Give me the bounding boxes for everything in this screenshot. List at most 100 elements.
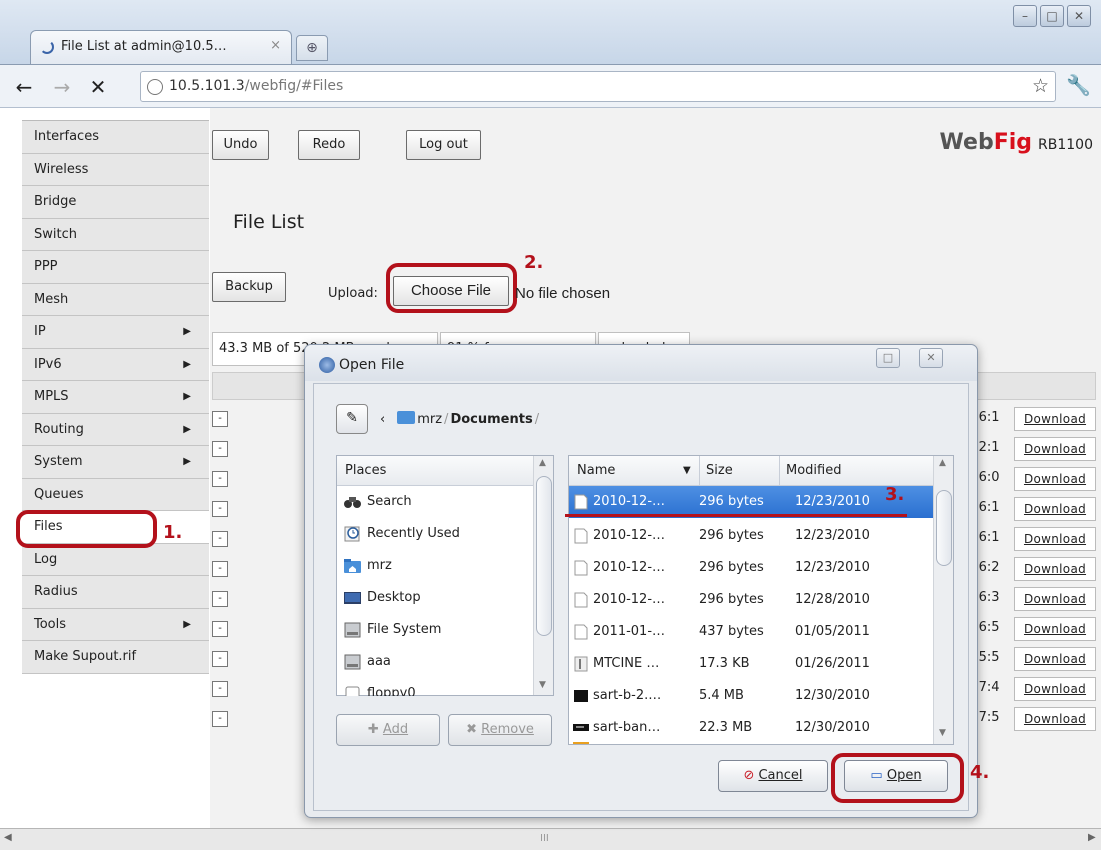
place-aaa[interactable]: aaa [337, 646, 533, 678]
files-scroll-thumb[interactable] [936, 490, 952, 566]
sidebar-item-mesh[interactable]: Mesh [22, 283, 209, 316]
add-bookmark-button[interactable]: ✚ Add [336, 714, 440, 746]
sidebar-item-mpls[interactable]: MPLS ▶ [22, 381, 209, 414]
crumb-back-icon[interactable]: ‹ [380, 412, 385, 427]
download-link[interactable]: Download [1014, 467, 1096, 491]
sidebar-item-ipv6[interactable]: IPv6 ▶ [22, 348, 209, 381]
places-scrollbar[interactable]: ▲ ▼ [533, 456, 553, 695]
file-row[interactable]: 2010-12-… 296 bytes 12/23/2010 [569, 520, 933, 552]
wrench-icon[interactable]: 🔧 [1066, 73, 1091, 97]
files-scrollbar[interactable]: ▲ ▼ [933, 456, 953, 744]
file-row[interactable]: MTCINE … 17.3 KB 01/26/2011 [569, 648, 933, 680]
download-link[interactable]: Download [1014, 407, 1096, 431]
places-header[interactable]: Places [337, 456, 533, 486]
sidebar-item-bridge[interactable]: Bridge [22, 186, 209, 219]
place-floppy[interactable]: floppy0 [337, 678, 533, 696]
tab-close-icon[interactable]: × [270, 38, 281, 53]
dialog-titlebar[interactable]: Open File □ ✕ [305, 345, 977, 381]
undo-button[interactable]: Undo [212, 130, 269, 160]
download-link[interactable]: Download [1014, 557, 1096, 581]
sidebar-item-log[interactable]: Log [22, 543, 209, 576]
download-link[interactable]: Download [1014, 647, 1096, 671]
remove-row-button[interactable]: - [212, 411, 228, 427]
browser-tab[interactable]: File List at admin@10.5… × [30, 30, 292, 64]
column-size[interactable]: Size [699, 456, 733, 486]
sidebar-item-wireless[interactable]: Wireless [22, 153, 209, 186]
file-row[interactable]: 2010-12-… 296 bytes 12/28/2010 [569, 584, 933, 616]
download-link[interactable]: Download [1014, 527, 1096, 551]
download-link[interactable]: Download [1014, 617, 1096, 641]
remove-row-button[interactable]: - [212, 441, 228, 457]
scroll-down-icon[interactable]: ▼ [539, 680, 546, 690]
crumb-current[interactable]: Documents [450, 412, 532, 427]
place-search[interactable]: Search [337, 486, 533, 518]
crumb-home[interactable]: mrz [417, 412, 442, 427]
remove-row-button[interactable]: - [212, 681, 228, 697]
maximize-icon[interactable]: □ [1040, 5, 1064, 27]
type-location-button[interactable]: ✎ [336, 404, 368, 434]
binary-file-icon [574, 656, 588, 672]
remove-icon: ✖ [466, 722, 482, 737]
place-desktop[interactable]: Desktop [337, 582, 533, 614]
place-file-system[interactable]: File System [337, 614, 533, 646]
url-path: /webfig/#Files [244, 78, 344, 94]
remove-row-button[interactable]: - [212, 501, 228, 517]
sidebar-item-radius[interactable]: Radius [22, 576, 209, 609]
remove-bookmark-button[interactable]: ✖ Remove [448, 714, 552, 746]
scroll-up-icon[interactable]: ▲ [539, 458, 546, 468]
forward-icon[interactable]: → [50, 75, 74, 99]
close-window-icon[interactable]: ✕ [1067, 5, 1091, 27]
dialog-maximize-icon[interactable]: □ [876, 348, 900, 368]
submenu-arrow-icon: ▶ [183, 391, 191, 402]
scroll-right-icon[interactable]: ▶ [1088, 832, 1096, 843]
file-row[interactable]: sart-b-2.… 5.4 MB 12/30/2010 [569, 680, 933, 712]
sidebar-item-ip[interactable]: IP ▶ [22, 316, 209, 349]
file-row[interactable]: 2011-01-… 437 bytes 01/05/2011 [569, 616, 933, 648]
download-link[interactable]: Download [1014, 587, 1096, 611]
download-link[interactable]: Download [1014, 497, 1096, 521]
remove-row-button[interactable]: - [212, 471, 228, 487]
back-icon[interactable]: ← [12, 75, 36, 99]
download-link[interactable]: Download [1014, 707, 1096, 731]
minimize-icon[interactable]: – [1013, 5, 1037, 27]
place-recently-used[interactable]: Recently Used [337, 518, 533, 550]
remove-row-button[interactable]: - [212, 531, 228, 547]
sidebar-item-queues[interactable]: Queues [22, 478, 209, 511]
download-link[interactable]: Download [1014, 677, 1096, 701]
sort-down-icon[interactable]: ▼ [683, 456, 691, 486]
places-scroll-thumb[interactable] [536, 476, 552, 636]
bookmark-star-icon[interactable]: ☆ [1032, 75, 1049, 97]
address-bar[interactable]: 10.5.101.3/webfig/#Files ☆ [140, 71, 1056, 102]
sidebar-item-switch[interactable]: Switch [22, 218, 209, 251]
column-modified[interactable]: Modified [779, 456, 841, 486]
file-row[interactable]: 2010-12-… 296 bytes 12/23/2010 [569, 552, 933, 584]
new-tab-button[interactable]: ⊕ [296, 35, 328, 61]
scroll-down-icon[interactable]: ▼ [939, 728, 946, 738]
scroll-up-icon[interactable]: ▲ [939, 458, 946, 468]
remove-row-button[interactable]: - [212, 621, 228, 637]
sidebar-item-routing[interactable]: Routing ▶ [22, 413, 209, 446]
download-link[interactable]: Download [1014, 437, 1096, 461]
remove-row-button[interactable]: - [212, 561, 228, 577]
backup-button[interactable]: Backup [212, 272, 286, 302]
file-list-header: Name ▼ Size Modified [569, 456, 933, 486]
file-row[interactable]: sart-ban… 22.3 MB 12/30/2010 [569, 712, 933, 744]
remove-row-button[interactable]: - [212, 651, 228, 667]
redo-button[interactable]: Redo [298, 130, 360, 160]
logout-button[interactable]: Log out [406, 130, 481, 160]
horizontal-scrollbar[interactable]: ◀ III ▶ [0, 828, 1101, 850]
sidebar-item-make-supout[interactable]: Make Supout.rif [22, 641, 209, 674]
column-name[interactable]: Name [577, 456, 615, 486]
scroll-left-icon[interactable]: ◀ [4, 832, 12, 843]
sidebar-item-ppp[interactable]: PPP [22, 251, 209, 284]
remove-row-button[interactable]: - [212, 711, 228, 727]
sidebar-item-tools[interactable]: Tools ▶ [22, 608, 209, 641]
stop-icon[interactable]: ✕ [86, 75, 110, 99]
place-home[interactable]: mrz [337, 550, 533, 582]
cancel-button[interactable]: ⊘ Cancel [718, 760, 828, 792]
dialog-close-icon[interactable]: ✕ [919, 348, 943, 368]
sidebar-item-system[interactable]: System ▶ [22, 446, 209, 479]
remove-row-button[interactable]: - [212, 591, 228, 607]
url-host: 10.5.101.3 [169, 78, 245, 94]
sidebar-item-interfaces[interactable]: Interfaces [22, 121, 209, 154]
